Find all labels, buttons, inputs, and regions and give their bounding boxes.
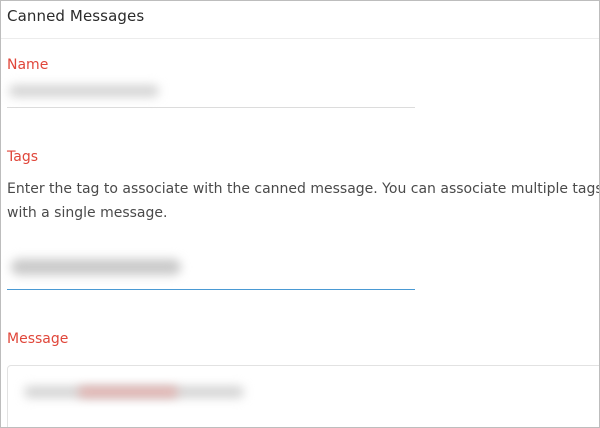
page-title: Canned Messages: [7, 7, 145, 25]
tag-chip-redacted: [11, 259, 181, 275]
message-editor[interactable]: [7, 365, 599, 427]
name-value-redacted: [9, 85, 159, 97]
panel-header: Canned Messages: [1, 1, 599, 39]
canned-messages-panel: Canned Messages Name Tags Enter the tag …: [0, 0, 600, 428]
name-input[interactable]: [7, 79, 415, 108]
tags-description: Enter the tag to associate with the cann…: [7, 181, 600, 221]
message-highlight-redacted: [78, 387, 178, 397]
tags-label: Tags: [7, 149, 38, 165]
message-label: Message: [7, 331, 69, 347]
tags-input[interactable]: [7, 239, 415, 290]
name-label: Name: [7, 57, 49, 73]
